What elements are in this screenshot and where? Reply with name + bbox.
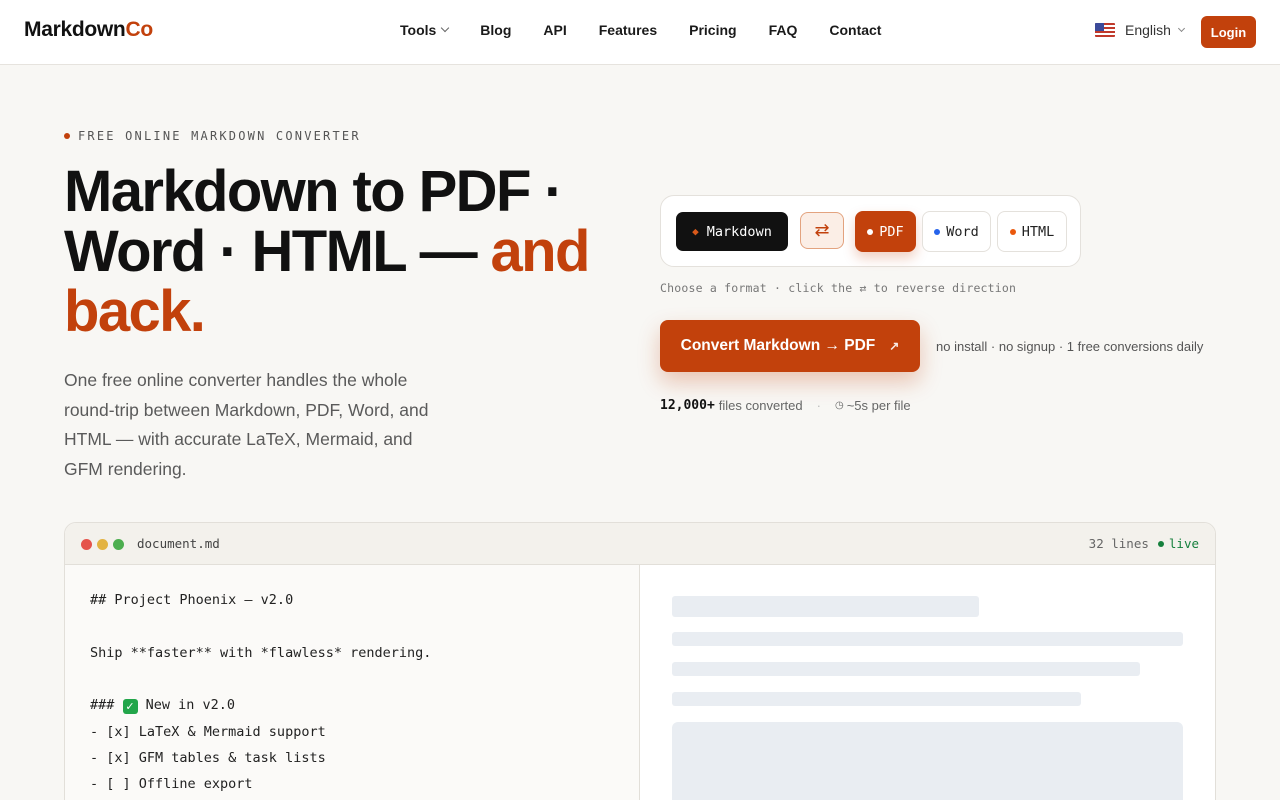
nav-item-label: Features [598, 22, 658, 38]
stats-row: 12,000+ files converted · ◷ ~5s per file [660, 398, 911, 413]
clock-icon: ◷ [834, 400, 844, 411]
nav-item-api[interactable]: API [543, 22, 566, 38]
preview-skeleton-line [672, 692, 1081, 706]
chevron-down-icon [441, 23, 450, 33]
swap-icon: ⇄ [814, 220, 830, 240]
markdown-source-pane[interactable]: ## Project Phoenix — v2.0 Ship **faster*… [65, 565, 640, 800]
login-button[interactable]: Login [1201, 16, 1256, 48]
format-picker: ◆ Markdown ⇄ PDF Word HTML [660, 195, 1081, 267]
eyebrow: FREE ONLINE MARKDOWN CONVERTER [64, 129, 361, 143]
target-format-word[interactable]: Word [922, 211, 991, 252]
nav-item-label: Contact [829, 22, 882, 38]
format-dot-icon [1009, 228, 1016, 235]
logo[interactable]: MarkdownCo [24, 18, 153, 42]
format-label: PDF [879, 223, 904, 240]
preview-skeleton-block [672, 722, 1183, 800]
target-format-html[interactable]: HTML [997, 211, 1067, 252]
line-count: 32 lines [1088, 536, 1149, 551]
stats-separator: · [816, 398, 821, 413]
headline-accent-1: and [490, 219, 591, 284]
nav-item-label: Blog [480, 22, 512, 38]
hero-headline: Markdown to PDF · Word · HTML — and back… [64, 162, 624, 342]
language-label: English [1125, 22, 1171, 38]
external-arrow-icon: ↗ [889, 339, 900, 353]
format-label: Word [946, 223, 979, 240]
format-dot-icon [867, 228, 874, 235]
code-heading-text: New in v2.0 [137, 697, 236, 713]
hero-lead: One free online converter handles the wh… [64, 370, 429, 479]
format-label: HTML [1021, 223, 1055, 240]
code-line: Ship **faster** with *flawless* renderin… [90, 645, 432, 661]
editor-status: 32 lines live [1089, 536, 1199, 551]
nav-item-features[interactable]: Features [599, 22, 657, 38]
headline-line-2: Word · HTML — [64, 219, 491, 284]
preview-skeleton-line [672, 662, 1140, 676]
editor-window: document.md 32 lines live ## Project Phoe… [64, 522, 1216, 800]
convert-button-label: Convert Markdown → PDF [680, 337, 876, 354]
source-format-label: Markdown [706, 223, 772, 240]
chevron-down-icon [1177, 24, 1185, 32]
headline-line-1: Markdown to PDF · [64, 159, 564, 224]
source-format-button[interactable]: ◆ Markdown [676, 212, 788, 251]
logo-text: Markdown [24, 18, 126, 41]
format-hint: Choose a format · click the ⇄ to reverse… [660, 281, 1017, 295]
minimize-dot-icon [97, 539, 108, 550]
diamond-icon: ◆ [692, 225, 699, 238]
nav-item-tools[interactable]: Tools [400, 22, 450, 38]
live-status: live [1168, 536, 1199, 551]
preview-skeleton-line [672, 632, 1183, 646]
eyebrow-dot-icon [64, 133, 70, 139]
nav-item-pricing[interactable]: Pricing [689, 22, 736, 38]
target-format-pdf[interactable]: PDF [855, 211, 916, 252]
us-flag-icon [1095, 23, 1115, 37]
nav-item-label: Tools [400, 22, 437, 38]
nav-item-faq[interactable]: FAQ [769, 22, 798, 38]
code-line: - [ ] Offline export [90, 776, 253, 792]
headline-accent-2: back. [64, 279, 206, 344]
convert-button[interactable]: Convert Markdown → PDF ↗ [660, 320, 920, 372]
code-line: - [x] LaTeX & Mermaid support [90, 724, 326, 740]
top-nav: MarkdownCo Tools Blog API Features Prici… [0, 0, 1280, 65]
nav-item-label: API [543, 22, 567, 38]
nav-item-contact[interactable]: Contact [829, 22, 881, 38]
editor-filename: document.md [137, 536, 220, 551]
code-line: ## Project Phoenix — v2.0 [90, 592, 294, 608]
close-dot-icon [81, 539, 92, 550]
preview-skeleton-title [672, 596, 979, 617]
swap-direction-button[interactable]: ⇄ [800, 212, 844, 249]
checkmark-icon: ✓ [122, 699, 138, 714]
eyebrow-text: FREE ONLINE MARKDOWN CONVERTER [78, 129, 361, 143]
stats-time: ~5s per file [846, 398, 911, 413]
main-menu: Tools Blog API Features Pricing FAQ Cont… [400, 22, 881, 38]
cta-note: no install · no signup · 1 free conversi… [936, 339, 1204, 354]
stats-count-label: files converted [718, 398, 803, 413]
language-selector[interactable]: English [1095, 22, 1185, 38]
code-line: ### ✓ New in v2.0 [90, 697, 235, 714]
nav-item-blog[interactable]: Blog [480, 22, 511, 38]
format-dot-icon [934, 228, 941, 235]
logo-accent-text: Co [125, 18, 153, 41]
maximize-dot-icon [113, 539, 124, 550]
live-dot-icon [1157, 540, 1164, 547]
code-line: - [x] GFM tables & task lists [90, 750, 326, 766]
nav-item-label: FAQ [768, 22, 798, 38]
code-heading-prefix: ### [90, 697, 123, 713]
stats-count: 12,000+ [660, 398, 715, 413]
editor-titlebar: document.md 32 lines live [65, 523, 1215, 565]
nav-item-label: Pricing [689, 22, 737, 38]
